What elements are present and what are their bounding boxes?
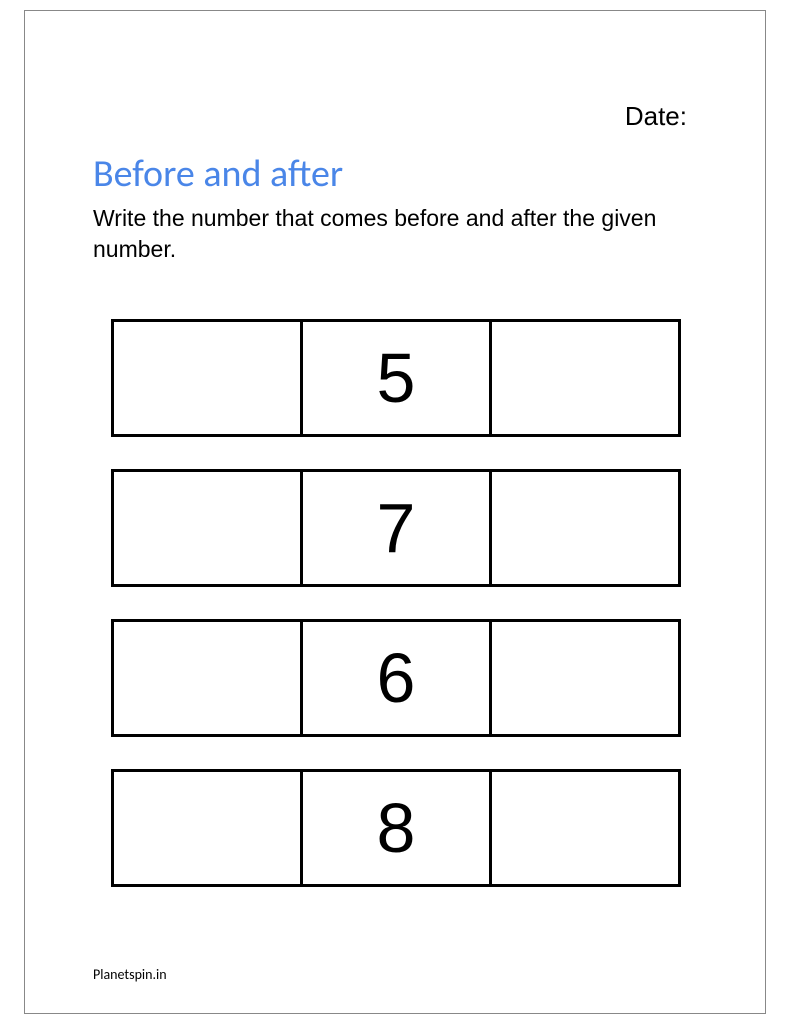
after-cell[interactable]: [492, 319, 681, 437]
given-cell: 7: [303, 469, 492, 587]
number-row: 7: [111, 469, 681, 587]
before-cell[interactable]: [111, 619, 303, 737]
number-row: 8: [111, 769, 681, 887]
worksheet-instructions: Write the number that comes before and a…: [93, 203, 697, 265]
after-cell[interactable]: [492, 469, 681, 587]
date-label: Date:: [625, 101, 687, 132]
footer-credit: Planetspin.in: [93, 966, 167, 983]
worksheet-page: Date: Before and after Write the number …: [24, 10, 766, 1014]
given-cell: 5: [303, 319, 492, 437]
before-cell[interactable]: [111, 319, 303, 437]
after-cell[interactable]: [492, 769, 681, 887]
number-row: 5: [111, 319, 681, 437]
number-rows: 5 7 6 8: [111, 319, 681, 919]
before-cell[interactable]: [111, 469, 303, 587]
given-cell: 6: [303, 619, 492, 737]
worksheet-title: Before and after: [93, 151, 343, 197]
given-cell: 8: [303, 769, 492, 887]
before-cell[interactable]: [111, 769, 303, 887]
after-cell[interactable]: [492, 619, 681, 737]
number-row: 6: [111, 619, 681, 737]
